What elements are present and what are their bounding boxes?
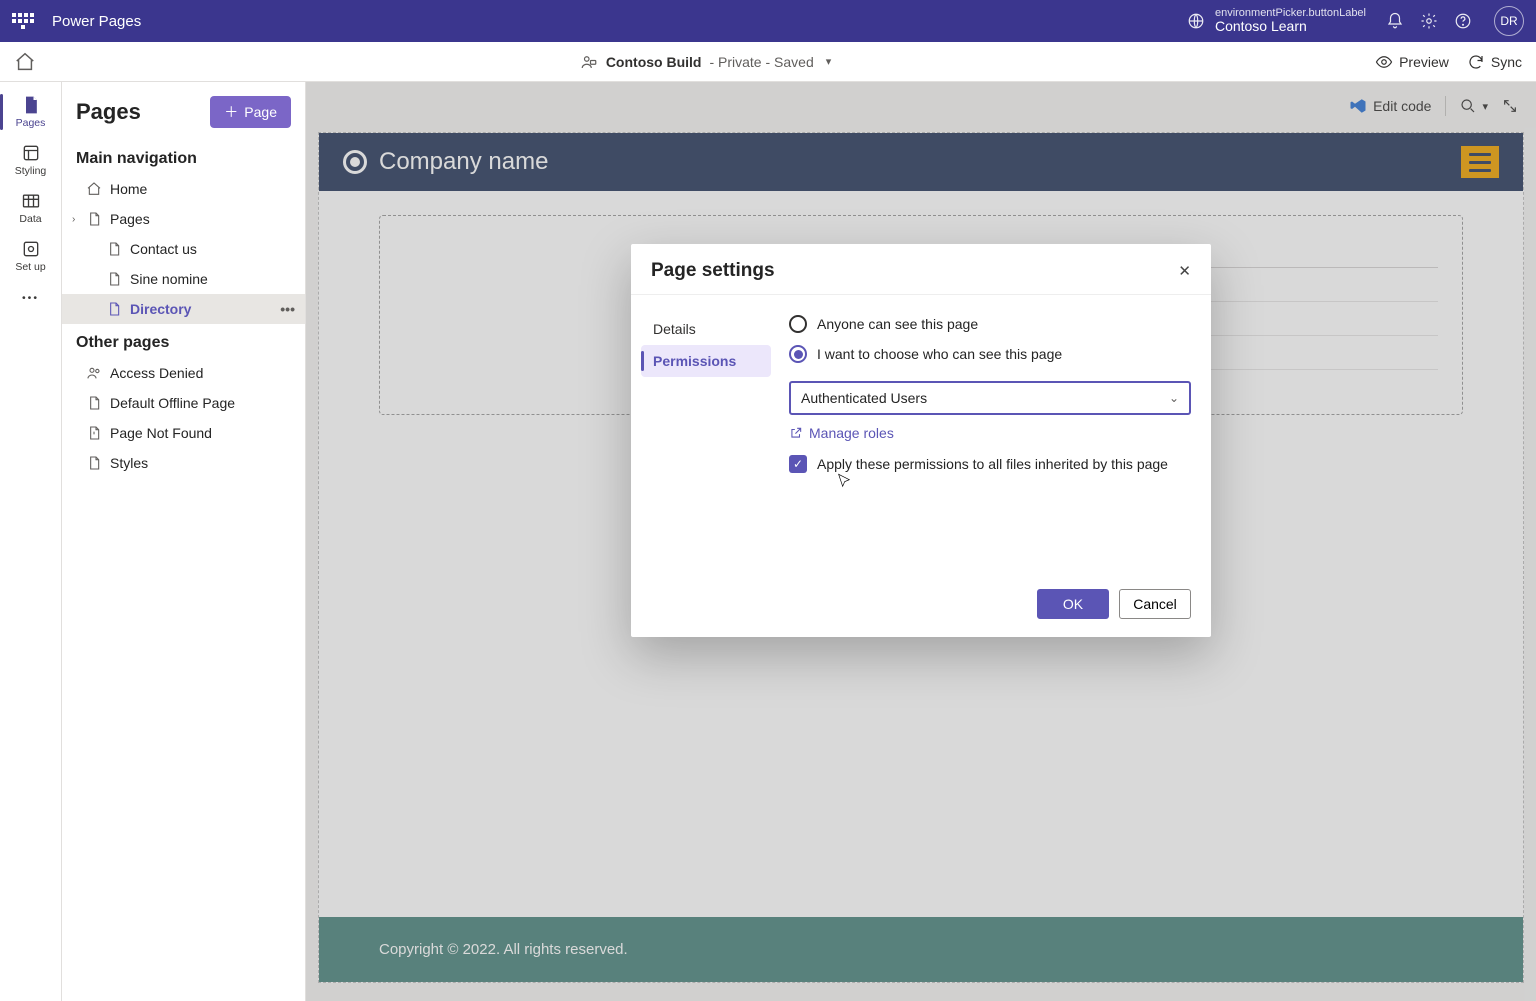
rail-item-setup[interactable]: Set up [0,232,61,280]
rail-item-pages[interactable]: Pages [0,88,61,136]
workspace: Pages Styling Data Set up ••• Pages ＋ Pa… [0,82,1536,1001]
nav-item-home[interactable]: Home [62,174,305,204]
nav-item-access-denied[interactable]: Access Denied [62,358,305,388]
tab-permissions[interactable]: Permissions [641,345,771,377]
setup-icon [21,239,41,259]
chevron-down-icon: ⌄ [1169,391,1179,405]
section-main-navigation: Main navigation [62,140,305,174]
user-avatar[interactable]: DR [1494,6,1524,36]
document-icon [106,241,122,257]
nav-item-offline[interactable]: Default Offline Page [62,388,305,418]
left-panel: Pages ＋ Page Main navigation Home › Page… [62,82,306,1001]
open-link-icon [789,426,803,440]
document-icon [86,455,102,471]
rail-item-data[interactable]: Data [0,184,61,232]
home-icon[interactable] [14,51,36,73]
data-icon [21,191,41,211]
more-icon[interactable]: ••• [280,301,295,317]
document-icon [106,271,122,287]
preview-button[interactable]: Preview [1375,53,1449,71]
modal-title: Page settings [651,260,775,282]
nav-item-contact[interactable]: Contact us [62,234,305,264]
close-icon[interactable]: ✕ [1178,262,1191,280]
other-pages-list: Access Denied Default Offline Page Page … [62,358,305,478]
home-icon [86,181,102,197]
document-icon [106,301,122,317]
command-bar: Contoso Build - Private - Saved ▾ Previe… [0,42,1536,82]
radio-choose[interactable]: I want to choose who can see this page [789,339,1191,369]
suite-bar: Power Pages environmentPicker.buttonLabe… [0,0,1536,42]
cancel-button[interactable]: Cancel [1119,589,1191,619]
plus-icon: ＋ [224,102,238,122]
chevron-down-icon[interactable]: ▾ [826,55,832,68]
rail-item-styling[interactable]: Styling [0,136,61,184]
panel-title: Pages [76,99,141,125]
styling-icon [21,143,41,163]
document-icon [86,211,102,227]
environment-name: Contoso Learn [1215,19,1366,34]
environment-icon [1187,12,1205,30]
eye-icon [1375,53,1393,71]
help-icon[interactable] [1454,12,1488,30]
settings-icon[interactable] [1420,12,1454,30]
environment-picker[interactable]: environmentPicker.buttonLabel Contoso Le… [1187,7,1366,34]
people-icon [86,365,102,381]
app-launcher-icon[interactable] [12,10,34,32]
manage-roles-link[interactable]: Manage roles [789,425,1191,441]
add-page-button[interactable]: ＋ Page [210,96,291,128]
site-icon [580,53,598,71]
checkbox-checked-icon: ✓ [789,455,807,473]
more-icon: ••• [22,292,39,304]
modal-form: Anyone can see this page I want to choos… [781,295,1211,575]
nav-item-pages[interactable]: › Pages [62,204,305,234]
page-settings-modal: Page settings ✕ Details Permissions Anyo… [631,244,1211,637]
rail-item-more[interactable]: ••• [0,280,61,316]
site-meta: - Private - Saved [709,54,813,70]
brand-label[interactable]: Power Pages [52,13,141,30]
canvas-area: Edit code ▾ Company name [306,82,1536,1001]
main-nav-list: Home › Pages Contact us Sine nomine Dire… [62,174,305,324]
workspace-rail: Pages Styling Data Set up ••• [0,82,62,1001]
site-name: Contoso Build [606,54,702,70]
apply-inherit-checkbox[interactable]: ✓ Apply these permissions to all files i… [789,455,1191,473]
nav-item-sine-nomine[interactable]: Sine nomine [62,264,305,294]
sync-button[interactable]: Sync [1467,53,1522,71]
radio-anyone[interactable]: Anyone can see this page [789,309,1191,339]
radio-icon [789,315,807,333]
site-picker[interactable]: Contoso Build - Private - Saved ▾ [36,53,1375,71]
nav-item-styles[interactable]: Styles [62,448,305,478]
pages-icon [21,95,41,115]
ok-button[interactable]: OK [1037,589,1109,619]
role-select[interactable]: Authenticated Users ⌄ [789,381,1191,415]
section-other-pages: Other pages [62,324,305,358]
nav-item-not-found[interactable]: Page Not Found [62,418,305,448]
radio-selected-icon [789,345,807,363]
chevron-right-icon[interactable]: › [72,214,75,225]
sync-icon [1467,53,1485,71]
modal-overlay: Page settings ✕ Details Permissions Anyo… [306,82,1536,1001]
environment-label: environmentPicker.buttonLabel [1215,7,1366,19]
modal-tabs: Details Permissions [631,295,781,575]
document-icon [86,395,102,411]
tab-details[interactable]: Details [641,313,771,345]
notifications-icon[interactable] [1386,12,1420,30]
document-warning-icon [86,425,102,441]
nav-item-directory[interactable]: Directory ••• [62,294,305,324]
